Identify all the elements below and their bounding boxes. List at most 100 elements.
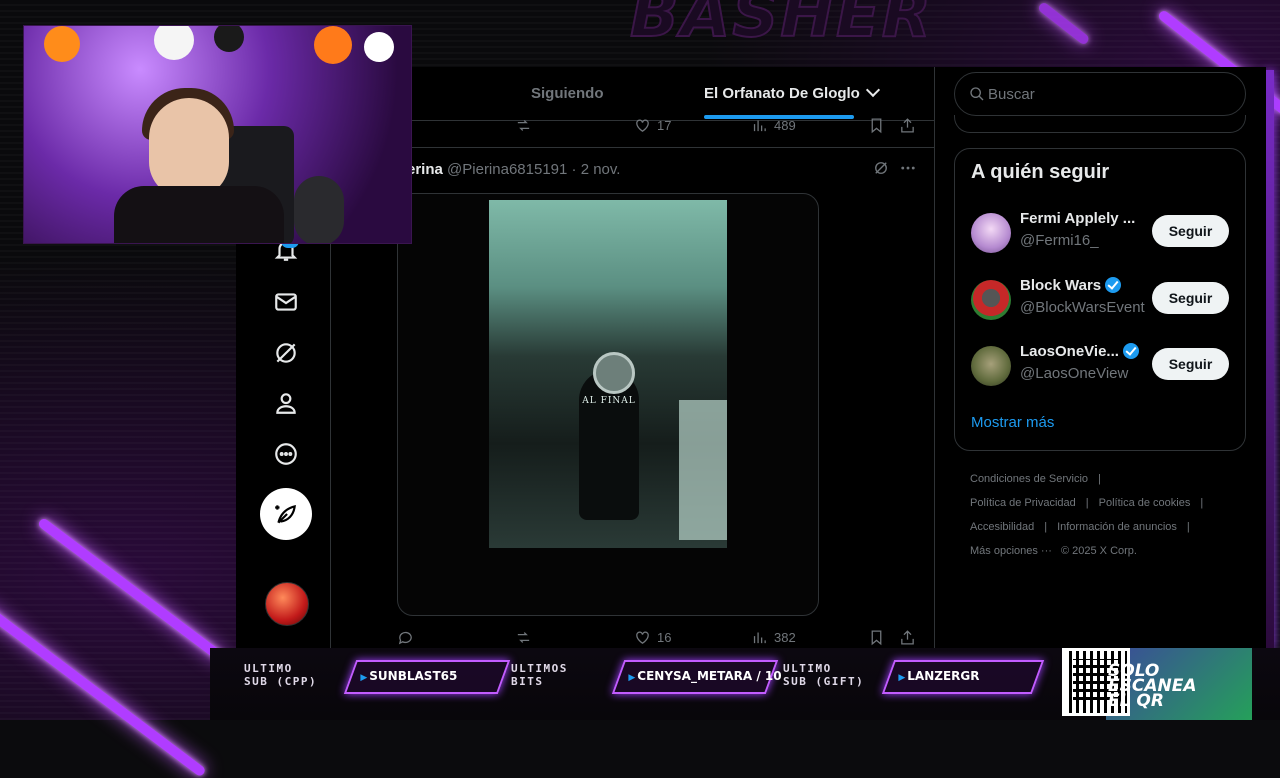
last-bits-value: CENYSA_METARA / 10 bbox=[628, 669, 781, 683]
scan-text-line3: EL QR bbox=[1108, 691, 1164, 711]
show-more-link[interactable]: Mostrar más bbox=[971, 414, 1054, 431]
footer-links: Condiciones de Servicio | Política de Pri… bbox=[970, 467, 1240, 563]
footer-ads-link[interactable]: Información de anuncios bbox=[1057, 521, 1177, 533]
last-sub-label: ULTIMO SUB (CPP) bbox=[244, 662, 317, 688]
webcam-overlay bbox=[23, 25, 412, 244]
verified-badge-icon bbox=[1122, 343, 1139, 359]
suggestion-item[interactable]: Fermi Applely ... @Fermi16_ Seguir bbox=[955, 205, 1245, 261]
last-gift-label-line2: SUB (GIFT) bbox=[783, 675, 865, 688]
grok-icon[interactable] bbox=[269, 336, 303, 370]
verified-badge-icon bbox=[1105, 277, 1122, 293]
video-shelf bbox=[679, 400, 727, 540]
footer-more-options[interactable]: Más opciones ··· bbox=[970, 545, 1052, 557]
footer-separator: | bbox=[1186, 521, 1190, 533]
last-sub-box: SUNBLAST65 bbox=[343, 660, 511, 694]
tweet-date[interactable]: 2 nov. bbox=[581, 161, 621, 178]
follow-button[interactable]: Seguir bbox=[1152, 282, 1229, 314]
more-icon[interactable] bbox=[899, 159, 919, 179]
footer-accessibility-link[interactable]: Accesibilidad bbox=[970, 521, 1034, 533]
avatar[interactable] bbox=[971, 346, 1011, 386]
like-button[interactable]: 17 bbox=[634, 117, 671, 134]
suggestion-handle[interactable]: @LaosOneView bbox=[1020, 365, 1128, 382]
suggestion-item[interactable]: Block Wars @BlockWarsEvent Seguir bbox=[955, 272, 1245, 328]
microphone-icon bbox=[294, 176, 344, 243]
suggestion-name[interactable]: Fermi Applely ... bbox=[1020, 210, 1135, 227]
suggestion-item[interactable]: LaosOneVie... @LaosOneView Seguir bbox=[955, 338, 1245, 394]
footer-copyright: © 2025 X Corp. bbox=[1060, 545, 1137, 557]
post-button[interactable] bbox=[260, 488, 312, 540]
footer-separator: | bbox=[1098, 473, 1101, 485]
grok-icon[interactable] bbox=[872, 159, 892, 179]
tab-community-label: El Orfanato De Gloglo bbox=[704, 85, 860, 102]
footer-separator: | bbox=[1200, 497, 1204, 509]
analytics-icon bbox=[753, 120, 766, 132]
previous-tweet-actions: 17 489 bbox=[331, 117, 934, 137]
last-bits-box: CENYSA_METARA / 10 bbox=[611, 660, 782, 694]
webcam-face bbox=[149, 98, 229, 198]
suggestion-name[interactable]: Block Wars bbox=[1020, 277, 1122, 294]
tweet-author-name[interactable]: erina bbox=[407, 161, 443, 178]
video-person-head bbox=[593, 352, 635, 394]
tab-community[interactable]: El Orfanato De Gloglo bbox=[704, 67, 880, 120]
messages-icon[interactable] bbox=[269, 285, 303, 319]
last-gift-label-line1: ULTIMO bbox=[783, 662, 832, 675]
last-sub-value: SUNBLAST65 bbox=[360, 669, 457, 683]
retweet-icon[interactable] bbox=[515, 629, 532, 646]
suggestion-name-text: Block Wars bbox=[1020, 277, 1102, 294]
avatar[interactable] bbox=[971, 280, 1011, 320]
heart-icon bbox=[636, 119, 649, 132]
bookmark-icon[interactable] bbox=[868, 117, 885, 134]
share-icon[interactable] bbox=[899, 117, 916, 134]
tweet-media[interactable]: AL FINAL bbox=[397, 193, 819, 616]
tweet-actions: 16 382 bbox=[331, 629, 934, 648]
previous-panel-edge bbox=[954, 115, 1246, 133]
feather-icon bbox=[275, 504, 296, 524]
retweet-icon[interactable] bbox=[515, 117, 532, 134]
stream-bottom-bar: ULTIMOSUB (CPP) SUNBLAST65 ULTIMOSBITS C… bbox=[210, 648, 1280, 720]
suggestion-name[interactable]: LaosOneVie... bbox=[1020, 343, 1139, 360]
tweet-header: erina @Pierina6815191 · 2 nov. bbox=[407, 161, 621, 178]
footer-terms-link[interactable]: Condiciones de Servicio bbox=[970, 473, 1088, 485]
footer-separator: | bbox=[1085, 497, 1089, 509]
chevron-down-icon[interactable] bbox=[865, 82, 880, 98]
tweet-author-handle[interactable]: @Pierina6815191 bbox=[447, 161, 567, 178]
footer-cookies-link[interactable]: Política de cookies bbox=[1099, 497, 1191, 509]
footer-separator: | bbox=[1044, 521, 1048, 533]
balloon bbox=[214, 26, 244, 52]
last-gift-value: LANZERGR bbox=[898, 669, 979, 683]
last-bits-label: ULTIMOS BITS bbox=[511, 662, 568, 688]
divider bbox=[331, 147, 934, 148]
like-button[interactable]: 16 bbox=[634, 629, 671, 646]
stream-brand-text: BASHER bbox=[629, 0, 933, 53]
avatar[interactable] bbox=[971, 213, 1011, 253]
suggestion-handle[interactable]: @BlockWarsEvent bbox=[1020, 299, 1145, 316]
view-count: 382 bbox=[774, 630, 796, 645]
video-player[interactable]: AL FINAL bbox=[489, 200, 727, 548]
who-to-follow-panel: A quién seguir Fermi Applely ... @Fermi1… bbox=[954, 148, 1246, 451]
search-icon bbox=[970, 87, 984, 101]
account-avatar[interactable] bbox=[265, 582, 309, 626]
balloon bbox=[44, 26, 80, 62]
tab-following[interactable]: Siguiendo bbox=[531, 67, 604, 120]
suggestion-handle[interactable]: @Fermi16_ bbox=[1020, 232, 1099, 249]
analytics-icon bbox=[753, 632, 766, 644]
search-input[interactable]: Buscar bbox=[954, 72, 1246, 116]
footer-privacy-link[interactable]: Política de Privacidad bbox=[970, 497, 1076, 509]
view-count: 489 bbox=[774, 118, 796, 133]
timeline-feed: ti Siguiendo El Orfanato De Gloglo 17 48… bbox=[330, 67, 935, 648]
last-bits-label-line1: ULTIMOS bbox=[511, 662, 568, 675]
views-button[interactable]: 489 bbox=[751, 117, 796, 134]
balloon bbox=[364, 32, 394, 62]
last-sub-label-line1: ULTIMO bbox=[244, 662, 293, 675]
follow-button[interactable]: Seguir bbox=[1152, 215, 1229, 247]
video-caption: AL FINAL bbox=[582, 396, 636, 406]
share-icon[interactable] bbox=[899, 629, 916, 646]
search-placeholder: Buscar bbox=[988, 86, 1035, 103]
profile-icon[interactable] bbox=[269, 386, 303, 420]
balloon bbox=[154, 26, 194, 60]
more-options-icon[interactable] bbox=[269, 437, 303, 471]
follow-button[interactable]: Seguir bbox=[1152, 348, 1229, 380]
bookmark-icon[interactable] bbox=[868, 629, 885, 646]
views-button[interactable]: 382 bbox=[751, 629, 796, 646]
reply-icon[interactable] bbox=[397, 629, 414, 646]
